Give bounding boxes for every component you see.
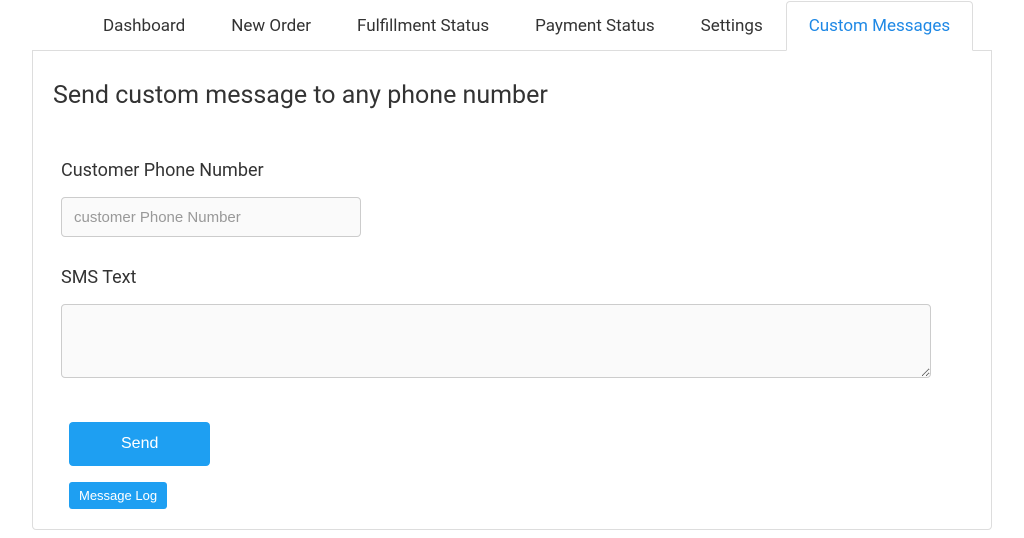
send-button[interactable]: Send (69, 422, 210, 466)
sms-field-group: SMS Text (53, 267, 971, 382)
phone-label: Customer Phone Number (61, 160, 971, 181)
sms-textarea[interactable] (61, 304, 931, 378)
tab-dashboard[interactable]: Dashboard (80, 1, 208, 51)
panel-title: Send custom message to any phone number (53, 81, 971, 110)
tab-custom-messages[interactable]: Custom Messages (786, 1, 973, 51)
button-area: Send Message Log (53, 412, 971, 509)
message-log-button[interactable]: Message Log (69, 482, 167, 509)
tab-settings[interactable]: Settings (678, 1, 786, 51)
sms-label: SMS Text (61, 267, 971, 288)
phone-input[interactable] (61, 197, 361, 237)
custom-message-panel: Send custom message to any phone number … (32, 50, 992, 530)
tab-new-order[interactable]: New Order (208, 1, 334, 51)
phone-field-group: Customer Phone Number (53, 160, 971, 237)
tab-payment-status[interactable]: Payment Status (512, 1, 678, 51)
tab-bar: Dashboard New Order Fulfillment Status P… (80, 0, 992, 50)
tab-fulfillment-status[interactable]: Fulfillment Status (334, 1, 512, 51)
